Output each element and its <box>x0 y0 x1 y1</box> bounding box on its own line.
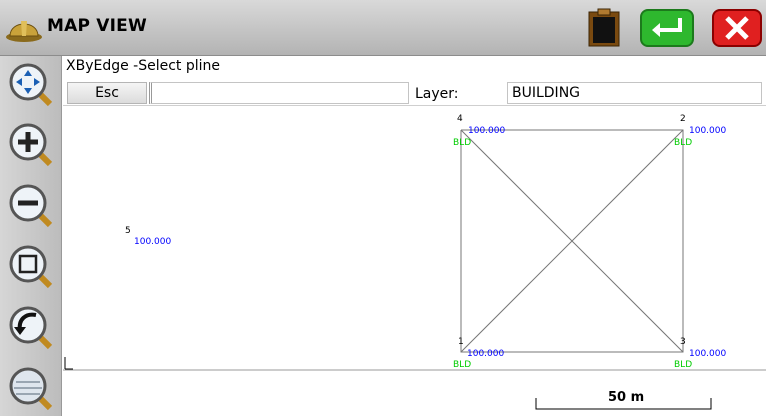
window-title: MAP VIEW <box>47 16 147 36</box>
zoom-previous-icon[interactable] <box>6 303 56 353</box>
point-elevation: 100.000 <box>134 237 171 247</box>
title-bar: MAP VIEW <box>0 0 766 56</box>
zoom-window-icon[interactable] <box>6 242 56 292</box>
point-elevation: 100.000 <box>689 349 726 359</box>
axis-indicator-icon <box>64 357 73 370</box>
pan-zoom-icon[interactable] <box>6 60 56 110</box>
enter-icon[interactable] <box>640 8 694 48</box>
hardhat-icon <box>6 21 42 42</box>
point-code: BLD <box>674 360 692 370</box>
point-code: BLD <box>453 360 471 370</box>
command-input[interactable] <box>149 82 409 104</box>
layer-label: Layer: <box>415 86 459 102</box>
point-id: 4 <box>457 114 463 124</box>
point-id: 5 <box>125 226 131 236</box>
zoom-toolbar <box>0 56 62 416</box>
map-canvas[interactable]: 4 100.000 BLD 2 100.000 BLD 5 100.000 1 … <box>63 107 766 416</box>
survey-point-5[interactable]: 5 100.000 <box>125 226 171 247</box>
zoom-extents-icon[interactable] <box>6 364 56 414</box>
point-elevation: 100.000 <box>467 349 504 359</box>
point-id: 2 <box>680 114 686 124</box>
survey-point-3[interactable]: 3 100.000 BLD <box>674 337 726 370</box>
point-elevation: 100.000 <box>468 126 505 136</box>
point-elevation: 100.000 <box>689 126 726 136</box>
survey-point-1[interactable]: 1 100.000 BLD <box>453 337 504 370</box>
point-id: 1 <box>458 337 464 347</box>
point-id: 3 <box>680 337 686 347</box>
clipboard-icon[interactable] <box>585 8 623 48</box>
close-icon[interactable] <box>712 8 762 48</box>
zoom-out-icon[interactable] <box>6 181 56 231</box>
zoom-in-icon[interactable] <box>6 120 56 170</box>
command-panel: XByEdge -Select pline Esc Layer: BUILDIN… <box>63 56 766 106</box>
point-code: BLD <box>453 138 471 148</box>
command-prompt: XByEdge -Select pline <box>66 58 221 74</box>
esc-button[interactable]: Esc <box>67 82 147 104</box>
layer-field[interactable]: BUILDING <box>507 82 762 104</box>
point-code: BLD <box>674 138 692 148</box>
scale-bar-label: 50 m <box>608 390 645 405</box>
